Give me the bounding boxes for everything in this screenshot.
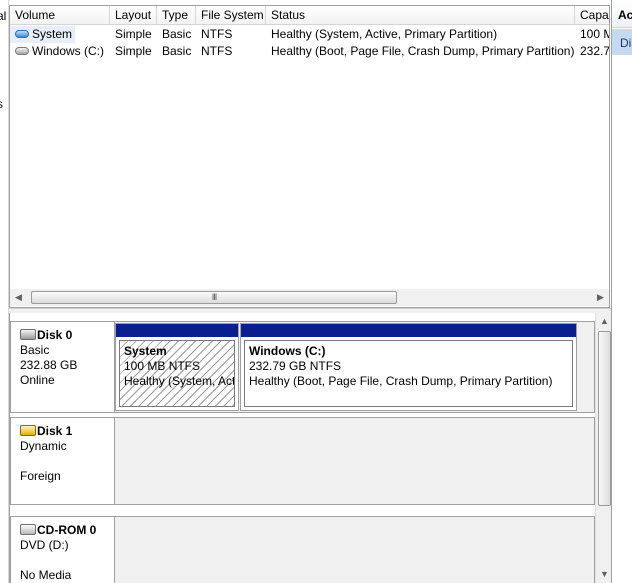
- volume-list-header: Volume Layout Type File System Status Ca…: [10, 6, 609, 25]
- scroll-up-arrow-icon[interactable]: ▲: [596, 313, 611, 330]
- disk-map[interactable]: Disk 0 Basic 232.88 GB Online System 100…: [9, 313, 611, 583]
- partition-name: System: [124, 344, 167, 358]
- disk-map-vertical-scrollbar[interactable]: ▲ ▼: [595, 313, 611, 583]
- hard-disk-icon: [20, 329, 36, 341]
- disk-label[interactable]: Disk 0 Basic 232.88 GB Online: [10, 321, 115, 413]
- column-header-layout[interactable]: Layout: [110, 6, 157, 25]
- disk-media-area: [115, 516, 595, 583]
- scroll-thumb[interactable]: III: [31, 291, 397, 304]
- volume-file-system: NTFS: [201, 27, 233, 41]
- scroll-left-arrow-icon[interactable]: ◀: [10, 289, 27, 306]
- volume-type: Basic: [162, 44, 192, 58]
- disk-type: Dynamic: [20, 439, 67, 453]
- column-header-volume[interactable]: Volume: [10, 6, 110, 25]
- partition-status: Healthy (System, Active, Primary Partiti…: [124, 374, 235, 388]
- volume-name: System: [32, 27, 73, 41]
- partition-windows[interactable]: Windows (C:) 232.79 GB NTFS Healthy (Boo…: [240, 323, 577, 411]
- scroll-down-arrow-icon[interactable]: ▼: [596, 566, 611, 583]
- volume-file-system: NTFS: [201, 44, 233, 58]
- disk-row[interactable]: Disk 0 Basic 232.88 GB Online System 100…: [10, 321, 595, 413]
- scroll-thumb[interactable]: [598, 331, 611, 506]
- volume-name-cell[interactable]: System: [10, 26, 75, 43]
- volume-name: Windows (C:): [32, 44, 105, 58]
- volume-layout: Simple: [115, 27, 152, 41]
- column-header-type[interactable]: Type: [157, 6, 196, 25]
- disk-state: No Media: [20, 568, 72, 582]
- scroll-grip: III: [211, 292, 217, 302]
- volume-icon: [15, 29, 29, 38]
- disk-row[interactable]: CD-ROM 0 DVD (D:) No Media: [10, 516, 595, 583]
- column-header-file-system[interactable]: File System: [196, 6, 266, 25]
- volume-capacity: 232.79 GB: [580, 44, 610, 58]
- partition-system[interactable]: System 100 MB NTFS Healthy (System, Acti…: [115, 323, 239, 411]
- partition-size: 232.79 GB NTFS: [249, 359, 342, 373]
- cd-drive-icon: [20, 524, 36, 536]
- disk-type: DVD (D:): [20, 538, 69, 552]
- disk-name: CD-ROM 0: [37, 523, 97, 537]
- volume-list-horizontal-scrollbar[interactable]: ◀ III ▶: [10, 289, 609, 306]
- disk-unallocated-area: [115, 417, 595, 505]
- disk-type: Basic: [20, 343, 50, 357]
- partition-status: Healthy (Boot, Page File, Crash Dump, Pr…: [249, 374, 553, 388]
- disk-name: Disk 1: [37, 424, 73, 438]
- disk-size: [20, 553, 114, 568]
- column-header-status[interactable]: Status: [266, 6, 575, 25]
- disk-label[interactable]: Disk 1 Dynamic Foreign: [10, 417, 115, 505]
- volume-icon: [15, 46, 29, 55]
- partition-content: Windows (C:) 232.79 GB NTFS Healthy (Boo…: [244, 340, 573, 407]
- partition-header-bar: [116, 324, 238, 337]
- disk-row[interactable]: Disk 1 Dynamic Foreign: [10, 417, 595, 505]
- volume-row[interactable]: Windows (C:) Simple Basic NTFS Healthy (…: [10, 43, 610, 60]
- volume-type: Basic: [162, 27, 192, 41]
- disk-size: [20, 454, 114, 469]
- console-tree-text: al: [0, 9, 7, 23]
- foreign-disk-warning-icon: [20, 425, 36, 437]
- volume-status: Healthy (System, Active, Primary Partiti…: [271, 27, 498, 41]
- actions-header: Actions: [612, 0, 632, 28]
- console-tree-text: s: [0, 97, 3, 111]
- actions-pane: Actions Disk Management: [611, 0, 632, 583]
- partition-size: 100 MB NTFS: [124, 359, 201, 373]
- actions-item-disk-management[interactable]: Disk Management: [612, 29, 632, 55]
- disk-name: Disk 0: [37, 328, 73, 342]
- disk-size: 232.88 GB: [20, 358, 78, 372]
- disk-label[interactable]: CD-ROM 0 DVD (D:) No Media: [10, 516, 115, 583]
- console-tree-pane: al s: [0, 0, 9, 583]
- disk-state: Online: [20, 373, 55, 387]
- column-header-capacity[interactable]: Capacity: [575, 6, 609, 25]
- volume-row[interactable]: System Simple Basic NTFS Healthy (System…: [10, 26, 609, 43]
- partition-name: Windows (C:): [249, 344, 326, 358]
- volume-layout: Simple: [115, 44, 152, 58]
- volume-capacity: 100 MB: [580, 27, 609, 41]
- volume-name-cell[interactable]: Windows (C:): [10, 43, 110, 60]
- disk-state: Foreign: [20, 469, 61, 483]
- disk-partitions: System 100 MB NTFS Healthy (System, Acti…: [115, 321, 595, 413]
- partition-content: System 100 MB NTFS Healthy (System, Acti…: [119, 340, 235, 407]
- partition-header-bar: [241, 324, 576, 337]
- volume-list[interactable]: Volume Layout Type File System Status Ca…: [9, 5, 610, 308]
- volume-status: Healthy (Boot, Page File, Crash Dump, Pr…: [271, 44, 575, 58]
- scroll-right-arrow-icon[interactable]: ▶: [592, 289, 609, 306]
